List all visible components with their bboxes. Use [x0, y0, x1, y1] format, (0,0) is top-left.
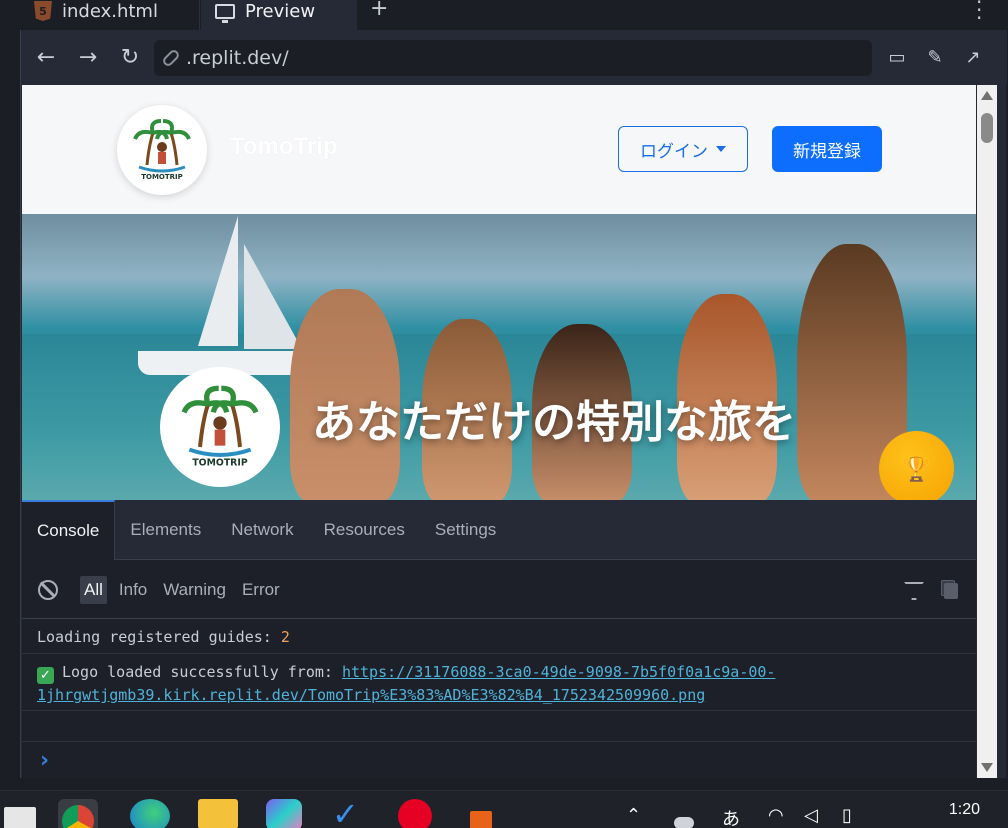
- login-label: ログイン: [640, 141, 708, 162]
- open-external-icon[interactable]: ↗: [961, 46, 985, 70]
- tab-console[interactable]: Console: [22, 500, 116, 560]
- log-text: Loading registered guides:: [37, 627, 272, 646]
- devtools-tabs: Console Elements Network Resources Setti…: [22, 500, 976, 560]
- device-toggle-icon[interactable]: ▭: [885, 46, 909, 70]
- tab-settings[interactable]: Settings: [420, 500, 511, 560]
- caret-down-icon: [716, 146, 726, 152]
- sailboat-sail: [198, 216, 238, 346]
- link-icon: [161, 48, 181, 68]
- level-warning[interactable]: Warning: [159, 576, 230, 604]
- address-bar[interactable]: .replit.dev/: [154, 40, 872, 76]
- scroll-up-icon[interactable]: [981, 91, 993, 100]
- console-filter-bar: All Info Warning Error: [22, 561, 976, 619]
- console-log-line: ✓ Logo loaded successfully from: https://…: [22, 655, 976, 711]
- hero-title: あなただけの特別な旅を: [312, 397, 796, 448]
- filter-icon[interactable]: [904, 582, 924, 600]
- tab-label: index.html: [62, 0, 158, 22]
- scroll-thumb[interactable]: [981, 113, 993, 143]
- level-error[interactable]: Error: [238, 576, 284, 604]
- html5-icon: 5: [34, 1, 52, 21]
- hero-logo: TOMOTRIP: [160, 367, 280, 487]
- brand-name[interactable]: TomoTrip: [230, 133, 338, 161]
- sailboat-jib: [244, 244, 302, 349]
- tab-elements[interactable]: Elements: [115, 500, 216, 560]
- os-taskbar: ✓ ⌃ あ ◠ ◁ ▯ 1:20: [0, 790, 1008, 828]
- console-log-line: Loading registered guides: 2: [22, 620, 976, 654]
- palm-logo-icon: TOMOTRIP: [181, 385, 259, 469]
- trophy-icon: 🏆: [901, 454, 932, 483]
- site-header: TOMOTRIP TomoTrip ログイン 新規登録: [22, 85, 976, 214]
- devtools-panel: Console Elements Network Resources Setti…: [22, 500, 976, 778]
- hero-banner: TOMOTRIP あなただけの特別な旅を 🏆: [22, 214, 976, 500]
- tab-network[interactable]: Network: [216, 500, 308, 560]
- logo-caption: TOMOTRIP: [141, 173, 183, 181]
- scroll-down-icon[interactable]: [981, 763, 993, 772]
- chrome-taskbar-button[interactable]: [58, 799, 98, 828]
- check-mark-icon: ✓: [37, 667, 54, 684]
- more-options-icon[interactable]: · · ·: [976, 0, 982, 28]
- address-text: .replit.dev/: [186, 47, 289, 69]
- tab-resources[interactable]: Resources: [309, 500, 420, 560]
- tab-preview[interactable]: Preview: [201, 0, 357, 30]
- signup-button[interactable]: 新規登録: [772, 126, 882, 172]
- tab-index-html[interactable]: 5 index.html: [20, 0, 200, 30]
- monitor-icon: [215, 3, 235, 23]
- viewport-scrollbar[interactable]: [977, 85, 997, 778]
- log-count: 2: [280, 627, 290, 646]
- file-explorer-icon[interactable]: [198, 799, 238, 828]
- hero-logo-caption: TOMOTRIP: [192, 458, 248, 469]
- app-icon[interactable]: [470, 811, 492, 828]
- clear-console-icon[interactable]: [38, 579, 58, 600]
- site-viewport: TOMOTRIP TomoTrip ログイン 新規登録 TOMOTRIP あなた…: [22, 85, 976, 500]
- copy-icon[interactable]: [944, 583, 958, 599]
- console-prompt-chevron-icon[interactable]: ›: [40, 748, 49, 773]
- level-all[interactable]: All: [80, 575, 107, 604]
- trophy-button[interactable]: 🏆: [879, 431, 954, 500]
- back-arrow-icon[interactable]: ←: [33, 45, 59, 71]
- site-logo[interactable]: TOMOTRIP: [117, 105, 207, 195]
- console-log-spacer: [22, 712, 976, 742]
- new-tab-plus-icon[interactable]: +: [370, 0, 388, 21]
- taskbar-app-icon[interactable]: [4, 807, 36, 828]
- copilot-icon[interactable]: [266, 799, 302, 828]
- login-dropdown-button[interactable]: ログイン: [618, 126, 748, 172]
- pinterest-icon[interactable]: [398, 799, 432, 828]
- reload-icon[interactable]: ↻: [117, 45, 143, 71]
- forward-arrow-icon[interactable]: →: [75, 45, 101, 71]
- level-info[interactable]: Info: [115, 576, 151, 604]
- browser-toolbar: ← → ↻ .replit.dev/ ▭ ✎ ↗: [21, 30, 1007, 85]
- volume-icon[interactable]: ◁: [804, 805, 818, 826]
- wifi-icon[interactable]: ◠: [768, 805, 784, 826]
- wrench-icon[interactable]: ✎: [923, 46, 947, 70]
- cloud-icon[interactable]: [674, 817, 694, 828]
- preview-pane: ← → ↻ .replit.dev/ ▭ ✎ ↗ TOMOTRIP TomoTr…: [20, 30, 1007, 778]
- taskbar-clock[interactable]: 1:20: [949, 801, 980, 819]
- edge-icon[interactable]: [130, 799, 170, 828]
- todo-check-icon[interactable]: ✓: [332, 798, 368, 828]
- battery-icon[interactable]: ▯: [842, 805, 852, 826]
- tray-chevron-icon[interactable]: ⌃: [626, 805, 641, 826]
- log-text: Logo loaded successfully from:: [62, 663, 333, 681]
- ime-indicator[interactable]: あ: [722, 805, 740, 828]
- palm-logo-icon: TOMOTRIP: [133, 119, 191, 181]
- chrome-icon: [62, 805, 94, 828]
- editor-tab-strip: 5 index.html Preview + · · ·: [0, 0, 1008, 30]
- tab-label: Preview: [245, 0, 316, 22]
